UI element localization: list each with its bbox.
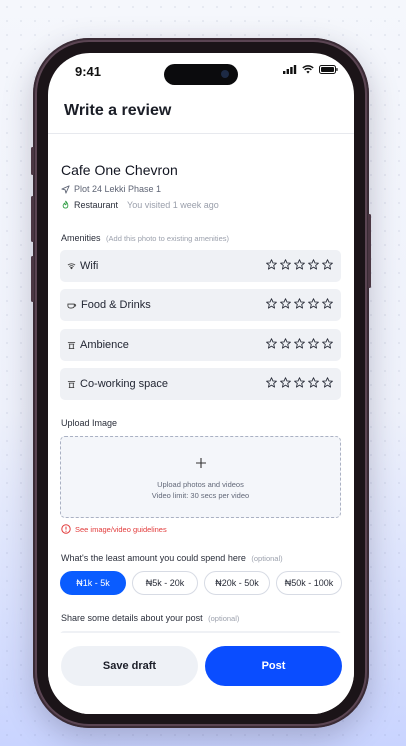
details-hint: (optional): [208, 614, 240, 623]
spend-option-50k-100k[interactable]: ₦50k - 100k: [276, 571, 342, 595]
dynamic-island: [164, 64, 238, 85]
star-icon[interactable]: [266, 298, 277, 309]
bottom-action-bar: Save draft Post: [48, 633, 354, 714]
upload-video-limit: Video limit: 30 secs per video: [151, 491, 250, 500]
spend-option-5k-20k[interactable]: ₦5k - 20k: [132, 571, 198, 595]
system-icons: [283, 65, 338, 74]
amenity-row-food-drinks: Food & Drinks: [60, 289, 341, 321]
star-rating[interactable]: [266, 298, 333, 309]
food-drinks-icon: [67, 301, 77, 309]
coworking-icon: [67, 380, 76, 389]
star-icon[interactable]: [294, 377, 305, 388]
upload-dropzone[interactable]: Upload photos and videos Video limit: 30…: [60, 436, 341, 518]
amenity-row-coworking: Co-working space: [60, 368, 341, 400]
power-button: [368, 214, 371, 288]
star-icon[interactable]: [266, 338, 277, 349]
amenities-title: Amenities: [61, 233, 101, 243]
guidelines-link[interactable]: See image/video guidelines: [61, 524, 167, 534]
star-icon[interactable]: [322, 259, 333, 270]
star-icon[interactable]: [308, 338, 319, 349]
cellular-signal-icon: [283, 65, 297, 74]
star-icon[interactable]: [294, 259, 305, 270]
status-time: 9:41: [75, 64, 102, 79]
star-icon[interactable]: [266, 377, 277, 388]
place-address-row: Plot 24 Lekki Phase 1: [61, 184, 161, 194]
info-alert-icon: [61, 524, 71, 534]
star-icon[interactable]: [308, 259, 319, 270]
volume-up-button: [31, 196, 34, 242]
star-icon[interactable]: [280, 377, 291, 388]
star-icon[interactable]: [322, 377, 333, 388]
status-bar: 9:41: [48, 53, 354, 93]
page-title: Write a review: [64, 102, 172, 119]
amenity-label: Wifi: [80, 260, 99, 272]
amenity-label: Co-working space: [80, 378, 169, 390]
star-rating[interactable]: [266, 377, 333, 388]
plus-icon: [196, 458, 206, 468]
wifi-icon: [67, 262, 76, 270]
star-icon[interactable]: [322, 338, 333, 349]
amenities-label: Amenities (Add this photo to existing am…: [61, 233, 229, 243]
spend-option-20k-50k[interactable]: ₦20k - 50k: [204, 571, 270, 595]
star-icon[interactable]: [266, 259, 277, 270]
place-category: Restaurant: [74, 200, 119, 210]
wifi-status-icon: [302, 65, 314, 74]
save-draft-button[interactable]: Save draft: [61, 646, 198, 686]
upload-instruction: Upload photos and videos: [157, 480, 244, 489]
guidelines-text: See image/video guidelines: [75, 524, 167, 534]
place-category-row: Restaurant You visited 1 week ago: [61, 200, 219, 210]
amenity-label: Ambience: [80, 339, 129, 351]
ambience-icon: [67, 341, 76, 350]
header: Write a review: [48, 93, 354, 134]
star-icon[interactable]: [294, 338, 305, 349]
action-button: [31, 147, 34, 175]
phone-screen: 9:41 Write a review Cafe One Chevron Plo…: [48, 53, 354, 714]
star-icon[interactable]: [308, 298, 319, 309]
star-icon[interactable]: [280, 298, 291, 309]
star-rating[interactable]: [266, 259, 333, 270]
battery-icon: [319, 65, 338, 74]
upload-label: Upload Image: [61, 418, 118, 428]
star-icon[interactable]: [280, 338, 291, 349]
spend-question-text: What's the least amount you could spend …: [61, 553, 246, 563]
place-name: Cafe One Chevron: [61, 162, 178, 178]
spend-hint: (optional): [251, 554, 283, 563]
spend-question: What's the least amount you could spend …: [61, 553, 283, 563]
star-icon[interactable]: [294, 298, 305, 309]
post-button[interactable]: Post: [205, 646, 342, 686]
amenity-label: Food & Drinks: [81, 299, 151, 311]
amenity-row-ambience: Ambience: [60, 329, 341, 361]
amenities-hint: (Add this photo to existing amenities): [106, 234, 230, 243]
star-rating[interactable]: [266, 338, 333, 349]
details-label: Share some details about your post (opti…: [61, 613, 239, 623]
place-address: Plot 24 Lekki Phase 1: [74, 184, 162, 194]
star-icon[interactable]: [322, 298, 333, 309]
volume-down-button: [31, 256, 34, 302]
amenity-row-wifi: Wifi: [60, 250, 341, 282]
details-title: Share some details about your post: [61, 613, 203, 623]
star-icon[interactable]: [280, 259, 291, 270]
restaurant-icon: [62, 200, 69, 209]
visited-time: You visited 1 week ago: [127, 200, 219, 210]
star-icon[interactable]: [308, 377, 319, 388]
spend-option-1k-5k[interactable]: ₦1k - 5k: [60, 571, 126, 595]
location-icon: [61, 184, 70, 194]
